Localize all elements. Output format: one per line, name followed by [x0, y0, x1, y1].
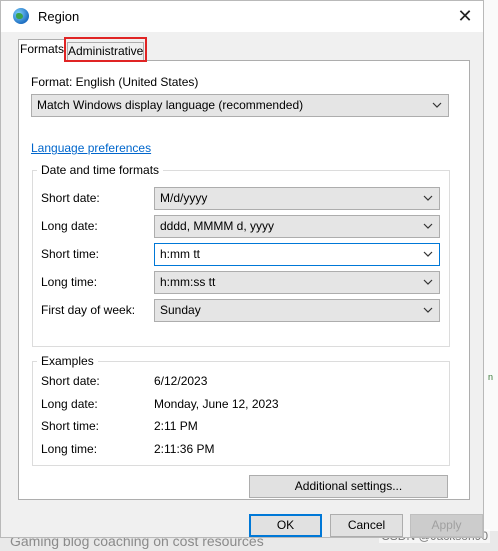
window-title: Region [38, 9, 80, 24]
short-time-label: Short time: [41, 247, 100, 261]
chevron-down-icon [423, 223, 433, 229]
format-label: Format: English (United States) [31, 75, 199, 89]
long-time-label: Long time: [41, 275, 98, 289]
format-select[interactable]: Match Windows display language (recommen… [31, 94, 449, 117]
apply-button[interactable]: Apply [410, 514, 483, 537]
background-glyph-right: n [488, 372, 494, 382]
datetime-formats-group: Date and time formats Short date: M/d/yy… [32, 163, 450, 347]
ok-button[interactable]: OK [249, 514, 322, 537]
globe-icon [13, 8, 29, 24]
examples-title: Examples [37, 354, 98, 368]
example-long-time-label: Long time: [41, 442, 98, 456]
close-button[interactable]: ✕ [447, 1, 483, 32]
long-time-select[interactable]: h:mm:ss tt [154, 271, 440, 294]
short-date-value: M/d/yyyy [160, 191, 208, 205]
format-select-value: Match Windows display language (recommen… [37, 98, 304, 112]
cancel-button[interactable]: Cancel [330, 514, 403, 537]
example-short-date-label: Short date: [41, 374, 100, 388]
short-date-select[interactable]: M/d/yyyy [154, 187, 440, 210]
example-short-date-value: 6/12/2023 [154, 374, 208, 388]
chevron-down-icon [423, 307, 433, 313]
tab-formats[interactable]: Formats [18, 39, 66, 61]
chevron-down-icon [423, 251, 433, 257]
first-day-of-week-label: First day of week: [41, 303, 136, 317]
language-preferences-link[interactable]: Language preferences [31, 141, 151, 155]
chevron-down-icon [423, 195, 433, 201]
title-bar: Region ✕ [1, 1, 483, 32]
formats-panel: Format: English (United States) Match Wi… [18, 60, 470, 500]
long-time-value: h:mm:ss tt [160, 275, 216, 289]
chevron-down-icon [423, 279, 433, 285]
example-short-time-value: 2:11 PM [154, 419, 198, 433]
short-time-select[interactable]: h:mm tt [154, 243, 440, 266]
short-date-label: Short date: [41, 191, 100, 205]
long-date-select[interactable]: dddd, MMMM d, yyyy [154, 215, 440, 238]
first-day-of-week-select[interactable]: Sunday [154, 299, 440, 322]
background-right-strip [484, 0, 498, 531]
short-time-value: h:mm tt [160, 247, 201, 261]
datetime-group-title: Date and time formats [37, 163, 164, 177]
example-long-date-value: Monday, June 12, 2023 [154, 397, 279, 411]
chevron-down-icon [432, 102, 442, 108]
region-dialog: Region ✕ Formats Administrative Format: … [0, 0, 484, 538]
long-date-label: Long date: [41, 219, 98, 233]
example-long-time-value: 2:11:36 PM [154, 442, 215, 456]
tab-administrative[interactable]: Administrative [67, 42, 144, 61]
long-date-value: dddd, MMMM d, yyyy [160, 219, 275, 233]
additional-settings-button[interactable]: Additional settings... [249, 475, 448, 498]
example-short-time-label: Short time: [41, 419, 100, 433]
example-long-date-label: Long date: [41, 397, 98, 411]
first-day-of-week-value: Sunday [160, 303, 201, 317]
examples-group: Examples Short date: 6/12/2023 Long date… [32, 354, 450, 466]
